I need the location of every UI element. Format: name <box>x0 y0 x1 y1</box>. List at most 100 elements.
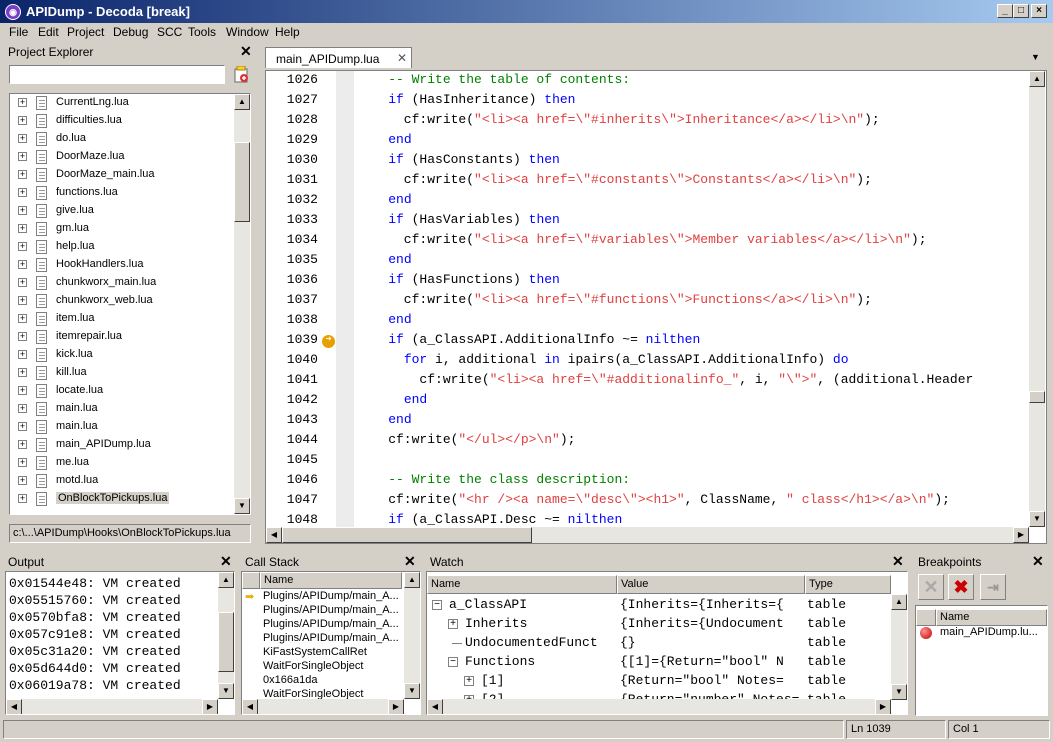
breakpoints-close-icon[interactable]: ✕ <box>1032 553 1044 570</box>
remove-breakpoint-icon[interactable]: ✕ <box>918 574 944 600</box>
scroll-right-icon[interactable]: ▶ <box>1013 527 1029 543</box>
expand-icon[interactable]: + <box>18 152 27 161</box>
close-icon[interactable]: × <box>1031 4 1047 18</box>
scroll-left-icon[interactable]: ◀ <box>242 699 258 714</box>
tree-item[interactable]: + locate.lua <box>10 382 225 400</box>
scroll-down-icon[interactable]: ▼ <box>404 683 420 699</box>
tree-item[interactable]: + motd.lua <box>10 472 225 490</box>
breakpoint-item[interactable]: main_APIDump.lu... <box>940 626 1038 638</box>
watch-vscroll[interactable]: ▲ ▼ <box>891 594 907 700</box>
menu-project[interactable]: Project <box>67 25 104 39</box>
tree-item[interactable]: + itemrepair.lua <box>10 328 225 346</box>
expand-icon[interactable]: + <box>18 296 27 305</box>
tree-item[interactable]: + OnBlockToPickups.lua <box>10 490 225 508</box>
menu-edit[interactable]: Edit <box>38 25 59 39</box>
tree-item[interactable]: + DoorMaze.lua <box>10 148 225 166</box>
expand-icon[interactable]: + <box>18 134 27 143</box>
tab-main-apidump[interactable]: main_APIDump.lua ✕ <box>265 47 412 68</box>
tree-item[interactable]: + functions.lua <box>10 184 225 202</box>
project-explorer-close-icon[interactable]: ✕ <box>240 43 252 60</box>
expand-icon[interactable]: + <box>18 422 27 431</box>
watch-row[interactable]: UndocumentedFunct {} table <box>427 634 889 653</box>
scroll-up-icon[interactable]: ▲ <box>1029 71 1045 87</box>
tree-item[interactable]: + kill.lua <box>10 364 225 382</box>
tree-item[interactable]: + main_APIDump.lua <box>10 436 225 454</box>
tree-item[interactable]: + DoorMaze_main.lua <box>10 166 225 184</box>
tree-item[interactable]: + gm.lua <box>10 220 225 238</box>
menu-window[interactable]: Window <box>226 25 269 39</box>
tree-item[interactable]: + difficulties.lua <box>10 112 225 130</box>
expand-icon[interactable]: + <box>18 170 27 179</box>
expand-icon[interactable]: + <box>448 619 458 629</box>
expand-icon[interactable]: + <box>18 332 27 341</box>
scroll-right-icon[interactable]: ▶ <box>202 699 218 714</box>
scroll-thumb[interactable] <box>218 612 234 672</box>
menu-file[interactable]: File <box>9 25 28 39</box>
tree-scrollbar[interactable]: ▲ ▼ <box>234 94 250 514</box>
editor-vscroll[interactable]: ▲ ▼ <box>1029 71 1045 527</box>
expand-icon[interactable]: + <box>18 458 27 467</box>
expand-icon[interactable]: + <box>18 476 27 485</box>
menu-debug[interactable]: Debug <box>113 25 148 39</box>
column-header-name[interactable]: Name <box>427 575 617 594</box>
tree-item[interactable]: + CurrentLng.lua <box>10 94 225 112</box>
tree-item[interactable]: + give.lua <box>10 202 225 220</box>
tree-item[interactable]: + me.lua <box>10 454 225 472</box>
expand-icon[interactable]: + <box>464 676 474 686</box>
column-header-value[interactable]: Value <box>617 575 805 594</box>
column-header-type[interactable]: Type <box>805 575 891 594</box>
remove-all-breakpoints-icon[interactable]: ✖ <box>948 574 974 600</box>
expand-icon[interactable]: + <box>18 386 27 395</box>
callstack-close-icon[interactable]: ✕ <box>404 553 416 570</box>
output-vscroll[interactable]: ▲ ▼ <box>218 572 234 699</box>
output-close-icon[interactable]: ✕ <box>220 553 232 570</box>
scroll-up-icon[interactable]: ▲ <box>891 594 907 610</box>
expand-icon[interactable]: + <box>18 98 27 107</box>
scroll-down-icon[interactable]: ▼ <box>1029 511 1045 527</box>
expand-icon[interactable]: + <box>18 350 27 359</box>
tree-connector[interactable] <box>452 643 462 644</box>
maximize-icon[interactable]: □ <box>1013 4 1029 18</box>
tree-item[interactable]: + item.lua <box>10 310 225 328</box>
tab-close-icon[interactable]: ✕ <box>397 51 407 65</box>
scroll-left-icon[interactable]: ◀ <box>266 527 282 543</box>
expand-icon[interactable]: + <box>18 440 27 449</box>
scroll-left-icon[interactable]: ◀ <box>427 699 443 714</box>
scroll-right-icon[interactable]: ▶ <box>388 699 404 714</box>
scroll-thumb[interactable] <box>234 142 250 222</box>
expand-icon[interactable]: + <box>18 494 27 503</box>
expand-icon[interactable]: + <box>18 260 27 269</box>
code-editor[interactable]: 1026 -- Write the table of contents: 1027… <box>265 70 1047 544</box>
scroll-right-icon[interactable]: ▶ <box>875 699 891 714</box>
expand-icon[interactable]: + <box>18 206 27 215</box>
watch-row[interactable]: + Inherits {Inherits={Undocument table <box>427 615 889 634</box>
expand-icon[interactable]: + <box>18 314 27 323</box>
expand-icon[interactable]: + <box>18 242 27 251</box>
tree-item[interactable]: + main.lua <box>10 400 225 418</box>
scroll-left-icon[interactable]: ◀ <box>6 699 22 714</box>
expand-icon[interactable]: + <box>18 368 27 377</box>
column-header-name[interactable]: Name <box>936 609 1047 626</box>
watch-row[interactable]: + [1] {Return="bool" Notes= table <box>427 672 889 691</box>
tree-item[interactable]: + do.lua <box>10 130 225 148</box>
minimize-icon[interactable]: _ <box>997 4 1013 18</box>
watch-hscroll[interactable]: ◀ ▶ <box>427 699 891 714</box>
tree-item[interactable]: + chunkworx_main.lua <box>10 274 225 292</box>
output-hscroll[interactable]: ◀ ▶ <box>6 699 218 714</box>
tree-item[interactable]: + HookHandlers.lua <box>10 256 225 274</box>
expand-icon[interactable]: + <box>18 224 27 233</box>
scroll-down-icon[interactable]: ▼ <box>218 683 234 699</box>
column-header-name[interactable]: Name <box>260 572 402 589</box>
project-search-input[interactable] <box>9 65 225 84</box>
goto-breakpoint-icon[interactable]: ⇥ <box>980 574 1006 600</box>
collapse-icon[interactable]: − <box>448 657 458 667</box>
scroll-thumb[interactable] <box>282 527 532 543</box>
scroll-down-icon[interactable]: ▼ <box>891 684 907 700</box>
scroll-down-icon[interactable]: ▼ <box>234 498 250 514</box>
tree-item[interactable]: + help.lua <box>10 238 225 256</box>
editor-hscroll[interactable]: ◀ ▶ <box>266 527 1029 543</box>
menu-scc[interactable]: SCC <box>157 25 182 39</box>
add-file-icon[interactable] <box>233 65 251 84</box>
expand-icon[interactable]: + <box>18 116 27 125</box>
expand-icon[interactable]: + <box>18 404 27 413</box>
